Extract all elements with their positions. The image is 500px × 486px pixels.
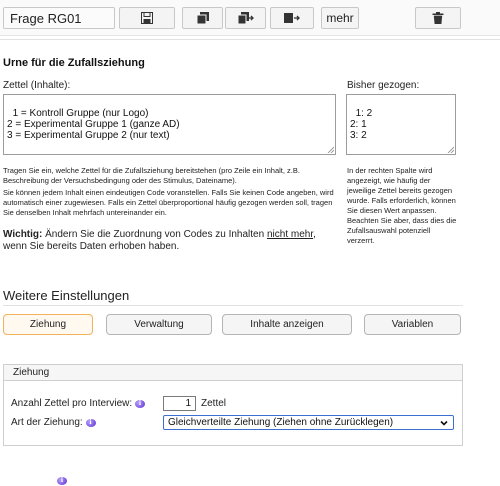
divider (3, 305, 463, 306)
tab-ziehung[interactable]: Ziehung (3, 314, 93, 335)
tickets-help-text: Tragen Sie ein, welche Zettel für die Zu… (3, 166, 300, 185)
chevron-down-icon (440, 420, 448, 426)
more-button[interactable]: mehr (321, 7, 359, 29)
drawn-text: 1: 2 2: 1 3: 2 (350, 108, 373, 141)
warning-pre: Ändern Sie die Zuordnung von Codes zu In… (42, 229, 267, 240)
count-label-row: Anzahl Zettel pro Interview: i (11, 398, 145, 409)
resize-grip-icon[interactable] (447, 146, 454, 153)
info-icon[interactable]: i (85, 419, 96, 427)
tickets-label: Zettel (Inhalte): (3, 80, 71, 91)
trash-icon (432, 12, 444, 24)
urn-heading: Urne für die Zufallsziehung (3, 57, 145, 69)
warning-text: Wichtig: Ändern Sie die Zuordnung von Co… (3, 229, 333, 253)
copy-button[interactable] (182, 7, 223, 29)
resize-grip-icon[interactable] (327, 146, 334, 153)
warning-emphasis: nicht mehr (266, 229, 314, 240)
warning-label: Wichtig: (3, 229, 43, 240)
draw-type-select[interactable]: Gleichverteilte Ziehung (Ziehen ohne Zur… (163, 415, 454, 430)
count-unit: Zettel (201, 398, 227, 409)
footer-partial: i (3, 474, 67, 486)
tab-inhalte-anzeigen[interactable]: Inhalte anzeigen (222, 314, 352, 335)
save-button[interactable] (119, 7, 175, 29)
copy-icon (196, 12, 209, 24)
tab-variablen[interactable]: Variablen (364, 314, 461, 335)
info-icon[interactable]: i (134, 400, 145, 408)
tickets-textarea[interactable]: 1 = Kontroll Gruppe (nur Logo) 2 = Exper… (3, 94, 336, 155)
settings-heading: Weitere Einstellungen (3, 288, 130, 303)
move-forward-button[interactable] (270, 7, 314, 29)
drawn-textarea[interactable]: 1: 2 2: 1 3: 2 (346, 94, 456, 155)
copy-forward-icon (237, 12, 254, 24)
type-label-row: Art der Ziehung: i (11, 417, 96, 428)
type-label: Art der Ziehung: (11, 417, 83, 428)
question-name-field[interactable]: Frage RG01 (3, 7, 115, 29)
count-label: Anzahl Zettel pro Interview: (11, 398, 133, 409)
draw-type-value: Gleichverteilte Ziehung (Ziehen ohne Zur… (168, 417, 394, 428)
ziehung-panel: Ziehung Anzahl Zettel pro Interview: i 1… (3, 364, 463, 446)
move-forward-icon (284, 13, 300, 23)
tab-verwaltung[interactable]: Verwaltung (106, 314, 212, 335)
copy-forward-button[interactable] (225, 7, 266, 29)
drawn-label: Bisher gezogen: (347, 80, 420, 91)
question-toolbar: Frage RG01 mehr (0, 0, 500, 36)
count-input[interactable]: 1 (163, 396, 196, 411)
divider (0, 39, 500, 40)
drawn-help-text: In der rechten Spalte wird angezeigt, wi… (347, 166, 457, 245)
save-icon (141, 12, 153, 24)
info-icon[interactable]: i (57, 477, 67, 485)
delete-button[interactable] (415, 7, 461, 29)
ziehung-panel-title: Ziehung (4, 365, 462, 381)
tickets-text: 1 = Kontroll Gruppe (nur Logo) 2 = Exper… (7, 108, 180, 141)
codes-help-text: Sie können jedem Inhalt einen eindeutige… (3, 188, 334, 217)
